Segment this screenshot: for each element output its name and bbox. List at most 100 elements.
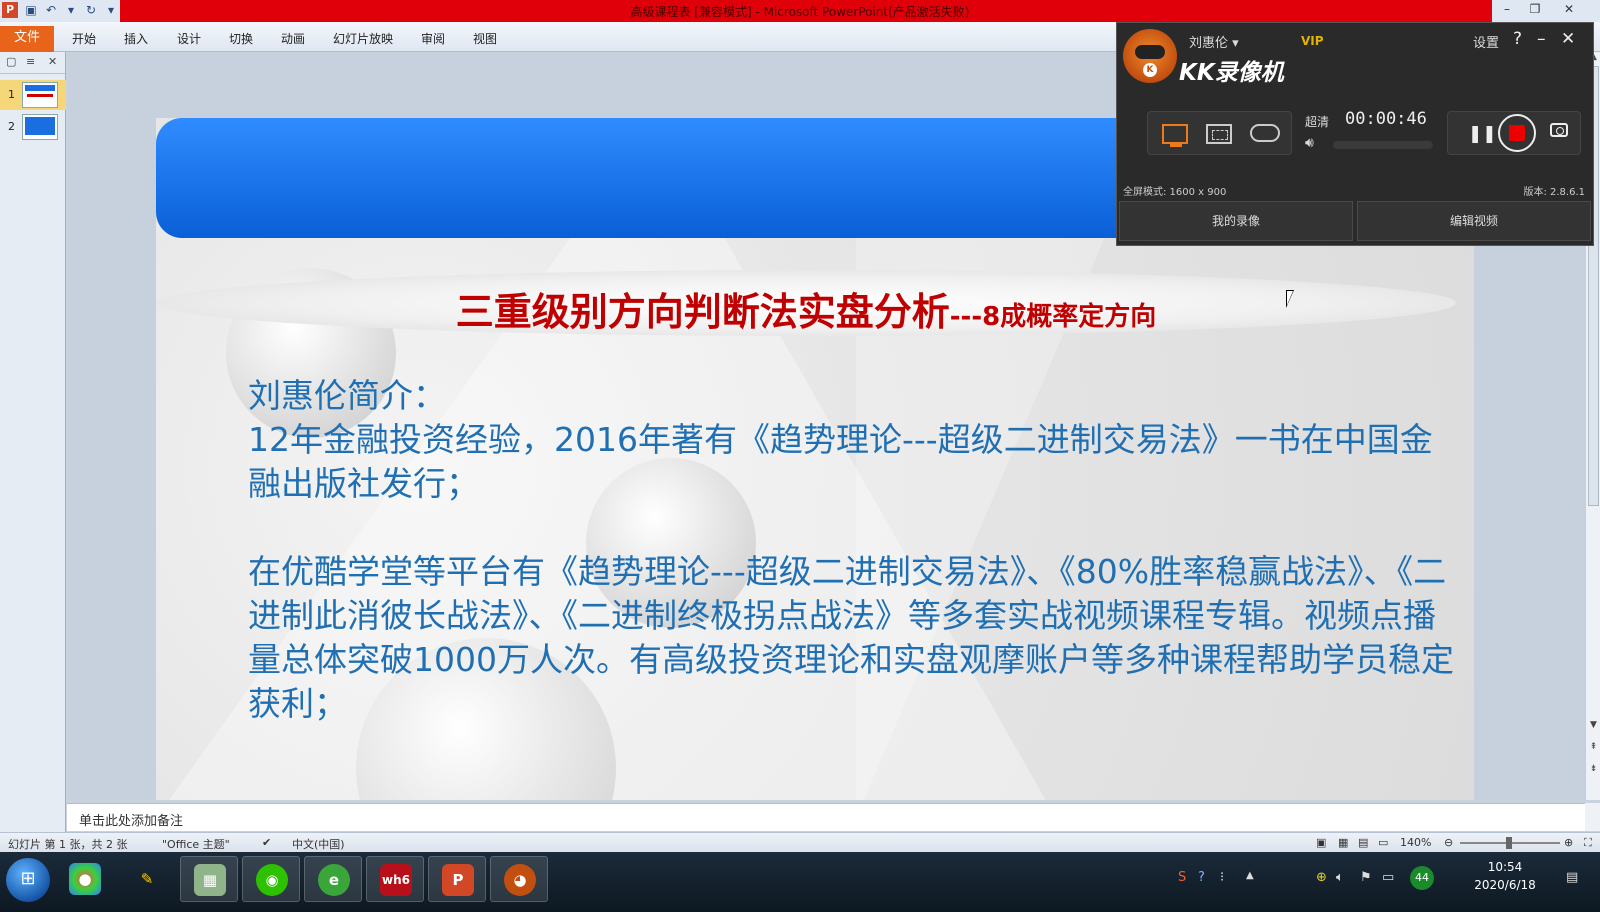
slideshow-view-icon[interactable]: ▭ (1378, 836, 1388, 849)
clock-time: 10:54 (1487, 860, 1523, 874)
slide-title-main: 三重级别方向判断法实盘分析 (455, 290, 950, 334)
show-hidden-icons-icon[interactable]: ▲ (1246, 870, 1254, 881)
tab-review[interactable]: 审阅 (421, 30, 445, 47)
kk-mode-text: 全屏模式: 1600 x 900 (1123, 187, 1227, 198)
slide-title[interactable]: 三重级别方向判断法实盘分析---8成概率定方向 (156, 281, 1456, 336)
input-tools-icon[interactable]: ⁝ (1220, 870, 1224, 885)
slide-title-sub: ---8成概率定方向 (949, 302, 1157, 332)
wechat-icon: ◉ (256, 864, 288, 896)
zoom-slider-knob[interactable] (1506, 837, 1512, 849)
my-videos-button[interactable]: 我的录像 (1119, 201, 1353, 241)
plus-tray-icon[interactable]: ⊕ (1316, 870, 1327, 885)
taskbar-app-kk-recorder[interactable]: ◕ (490, 856, 548, 902)
close-panel-icon[interactable]: ✕ (48, 55, 57, 68)
slide-body-text[interactable]: 刘惠伦简介： 12年金融投资经验，2016年著有《趋势理论---超级二进制交易法… (248, 374, 1458, 726)
minimize-icon[interactable]: – (1494, 0, 1520, 20)
intro-heading: 刘惠伦简介： (248, 376, 446, 415)
powerpoint-logo-icon[interactable]: P (2, 2, 18, 18)
kk-brand-title: KK录像机 (1179, 60, 1284, 86)
sogou-input-icon[interactable]: S (1178, 870, 1186, 885)
slide-number: 2 (8, 120, 15, 133)
pen-tool-icon: ✎ (140, 870, 154, 888)
notes-pane[interactable]: 单击此处添加备注 (67, 803, 1585, 831)
help-tray-icon[interactable]: ? (1198, 870, 1205, 885)
edit-video-button[interactable]: 编辑视频 (1357, 201, 1591, 241)
undo-icon[interactable]: ↶ (44, 3, 58, 17)
fullscreen-mode-icon[interactable] (1162, 124, 1188, 147)
tab-insert[interactable]: 插入 (124, 30, 148, 47)
kk-close-icon[interactable]: ✕ (1561, 29, 1575, 49)
notes-scrollbar[interactable] (1585, 803, 1600, 831)
previous-slide-icon[interactable]: ⇞ (1586, 742, 1600, 752)
kk-user-name[interactable]: 刘惠伦 ▾ (1189, 32, 1239, 51)
notification-icon[interactable]: ▤ (1566, 870, 1578, 885)
tab-home[interactable]: 开始 (72, 30, 96, 47)
undo-dropdown-icon[interactable]: ▾ (64, 3, 78, 17)
colorful-ball-icon: ● (69, 863, 101, 895)
kk-volume-icon[interactable]: 🔊︎ (1305, 135, 1314, 151)
notes-placeholder: 单击此处添加备注 (79, 814, 184, 829)
screenshot-camera-icon[interactable] (1550, 123, 1568, 137)
normal-view-icon[interactable]: ▣ (1316, 836, 1326, 849)
close-icon[interactable]: ✕ (1556, 0, 1582, 20)
kk-help-icon[interactable]: ? (1513, 29, 1522, 49)
slides-panel: ▢ ≡ ✕ 1 2 (0, 52, 66, 832)
slide-thumbnail[interactable]: 2 (0, 112, 66, 142)
kk-vip-badge[interactable]: VIP (1301, 34, 1324, 48)
taskbar-app-browser[interactable]: e (304, 856, 362, 902)
network-icon[interactable]: ▭ (1382, 870, 1394, 885)
taskbar-app-powerpoint[interactable]: P (428, 856, 486, 902)
scroll-down-icon[interactable]: ▼ (1586, 720, 1600, 730)
kk-settings-button[interactable]: 设置 (1473, 32, 1499, 51)
tab-transitions[interactable]: 切换 (229, 30, 253, 47)
slide-sorter-icon[interactable]: ▦ (1338, 836, 1348, 849)
zoom-in-icon[interactable]: ⊕ (1564, 836, 1573, 849)
slide-thumbnail-image (22, 82, 58, 108)
taskbar-app-photo[interactable]: ▦ (180, 856, 238, 902)
taskbar-app-ball[interactable]: ● (56, 856, 114, 902)
language-indicator[interactable]: 中文(中国) (292, 836, 345, 852)
next-slide-icon[interactable]: ⇟ (1586, 764, 1600, 774)
tab-file[interactable]: 文件 (0, 26, 54, 52)
redo-icon[interactable]: ↻ (84, 3, 98, 17)
tab-animations[interactable]: 动画 (281, 30, 305, 47)
customize-toolbar-icon[interactable]: ▾ (104, 3, 118, 17)
region-mode-icon[interactable] (1206, 124, 1232, 144)
zoom-level[interactable]: 140% (1400, 836, 1431, 849)
slide-thumbnail[interactable]: 1 (0, 80, 66, 110)
kk-logo-icon: K (1123, 29, 1177, 83)
kk-volume-meter (1333, 141, 1433, 149)
save-icon[interactable]: ▣ (24, 3, 38, 17)
start-button[interactable]: ⊞ (6, 858, 50, 902)
restore-icon[interactable]: ❐ (1522, 0, 1548, 20)
kk-minimize-icon[interactable]: – (1537, 29, 1546, 49)
intro-paragraph: 在优酷学堂等平台有《趋势理论---超级二进制交易法》、《80%胜率稳赢战法》、《… (248, 552, 1454, 723)
kk-record-controls: ❚❚ (1447, 111, 1581, 155)
taskbar-app-wh6[interactable]: wh6 (366, 856, 424, 902)
taskbar-app-wechat[interactable]: ◉ (242, 856, 300, 902)
action-center-flag-icon[interactable]: ⚑ (1360, 870, 1372, 885)
wh6-trading-icon: wh6 (380, 864, 412, 896)
reading-view-icon[interactable]: ▤ (1358, 836, 1368, 849)
fit-window-icon[interactable]: ⛶ (1584, 836, 1592, 850)
kk-version-text: 版本: 2.8.6.1 (1523, 187, 1585, 198)
status-bar: 幻灯片 第 1 张，共 2 张 "Office 主题" ✔ 中文(中国) ▣ ▦… (0, 832, 1600, 852)
game-mode-icon[interactable] (1250, 124, 1280, 142)
pause-icon[interactable]: ❚❚ (1468, 124, 1497, 144)
zoom-out-icon[interactable]: ⊖ (1444, 836, 1453, 849)
mouse-cursor-icon (1286, 290, 1294, 308)
system-clock[interactable]: 10:54 2020/6/18 (1460, 858, 1550, 894)
tab-design[interactable]: 设计 (177, 30, 201, 47)
kk-recorder-window: K 刘惠伦 ▾ VIP KK录像机 设置 ? – ✕ 超清 00:00:46 🔊… (1116, 22, 1594, 246)
kk-quality-label[interactable]: 超清 (1305, 113, 1329, 130)
volume-icon[interactable]: 🔈︎ (1336, 870, 1344, 885)
stop-record-button[interactable] (1498, 114, 1536, 152)
tab-slideshow[interactable]: 幻灯片放映 (333, 30, 393, 47)
outline-tab-icon[interactable]: ≡ (26, 55, 35, 68)
spellcheck-icon[interactable]: ✔ (262, 836, 271, 849)
taskbar-app-pen[interactable]: ✎ (118, 856, 176, 902)
tab-view[interactable]: 视图 (473, 30, 497, 47)
slides-tab-icon[interactable]: ▢ (6, 55, 16, 68)
security-badge-icon[interactable]: 44 (1410, 866, 1434, 890)
title-bar: 高级课程表 [兼容模式] - Microsoft PowerPoint(产品激活… (0, 0, 1600, 22)
